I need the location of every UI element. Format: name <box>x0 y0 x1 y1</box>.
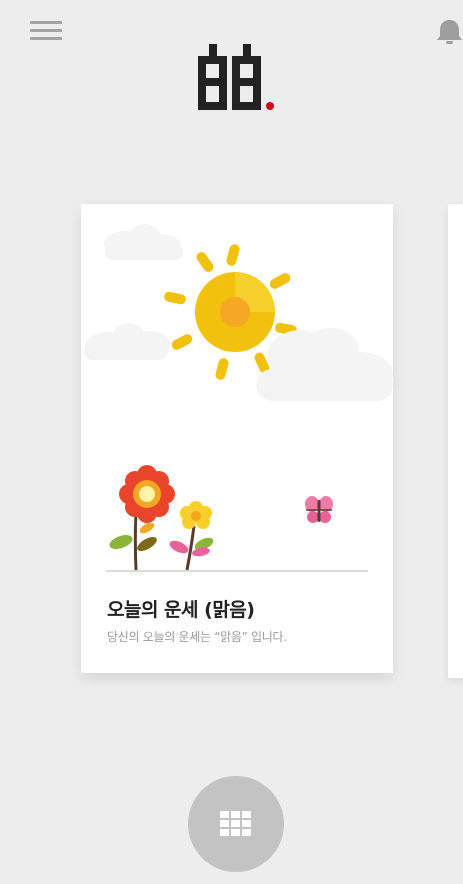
sunny-weather-illustration <box>81 204 393 584</box>
next-card-edge[interactable] <box>448 204 463 678</box>
hamburger-menu-icon[interactable] <box>30 20 62 42</box>
card-description: 당신의 오늘의 운세는 “맑음” 입니다. <box>107 630 287 644</box>
grid-menu-button[interactable] <box>188 776 284 872</box>
bell-icon[interactable] <box>436 18 463 46</box>
card-title: 오늘의 운세 (맑음) <box>107 599 255 621</box>
app-logo-icon <box>196 44 276 112</box>
grid-menu-icon <box>220 811 251 836</box>
fortune-card[interactable]: 오늘의 운세 (맑음) 당신의 오늘의 운세는 “맑음” 입니다. <box>81 204 393 673</box>
